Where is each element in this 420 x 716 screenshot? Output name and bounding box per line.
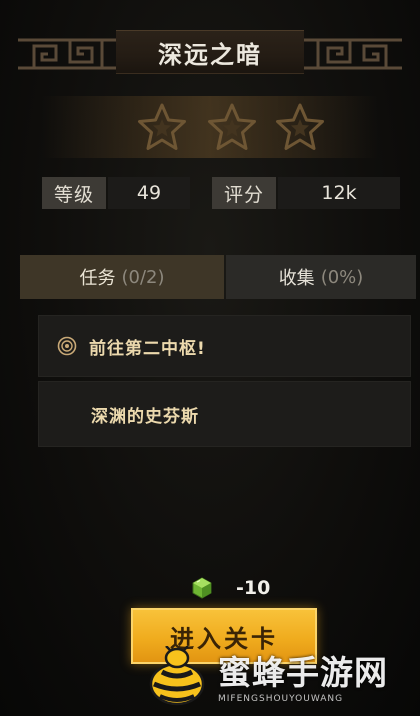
score-stat-label: 评分 xyxy=(212,177,276,209)
energy-cost: -10 xyxy=(190,574,270,602)
level-detail-screen: 深远之暗 等级 49 评分 12k 任务 (0/2) 收集 (0%) 前往第二中… xyxy=(0,0,420,716)
tab-tasks-count: (0/2) xyxy=(121,266,165,288)
level-title: 深远之暗 xyxy=(158,40,262,69)
task-item: 深渊的史芬斯 xyxy=(38,381,411,447)
tab-collection-label: 收集 xyxy=(278,268,315,289)
energy-crystal-icon xyxy=(192,577,212,599)
star-icon xyxy=(208,103,256,150)
bee-logo-icon xyxy=(149,646,205,706)
task-text: 前往第二中枢! xyxy=(89,338,206,359)
target-icon xyxy=(57,336,77,356)
task-text: 深渊的史芬斯 xyxy=(91,406,199,427)
title-plate: 深远之暗 xyxy=(116,30,304,74)
star-rating xyxy=(0,96,420,158)
level-stat-label: 等级 xyxy=(42,177,106,209)
task-item: 前往第二中枢! xyxy=(38,315,411,377)
level-stat-value: 49 xyxy=(108,177,190,209)
fret-ornament-left-icon xyxy=(18,38,116,70)
watermark-subtext: MIFENGSHOUYOUWANG xyxy=(218,694,344,704)
score-stat-value: 12k xyxy=(278,177,400,209)
watermark: 蜜蜂手游网 MIFENGSHOUYOUWANG xyxy=(140,640,420,716)
title-banner: 深远之暗 xyxy=(0,26,420,82)
tab-tasks-label: 任务 xyxy=(79,268,116,289)
watermark-text: 蜜蜂手游网 xyxy=(218,653,388,692)
energy-cost-value: -10 xyxy=(236,577,271,599)
star-icon xyxy=(276,103,324,150)
star-icon xyxy=(138,103,186,150)
tab-collection[interactable]: 收集 (0%) xyxy=(226,255,416,299)
tab-tasks[interactable]: 任务 (0/2) xyxy=(20,255,224,299)
tab-collection-count: (0%) xyxy=(320,266,364,288)
fret-ornament-right-icon xyxy=(304,38,402,70)
